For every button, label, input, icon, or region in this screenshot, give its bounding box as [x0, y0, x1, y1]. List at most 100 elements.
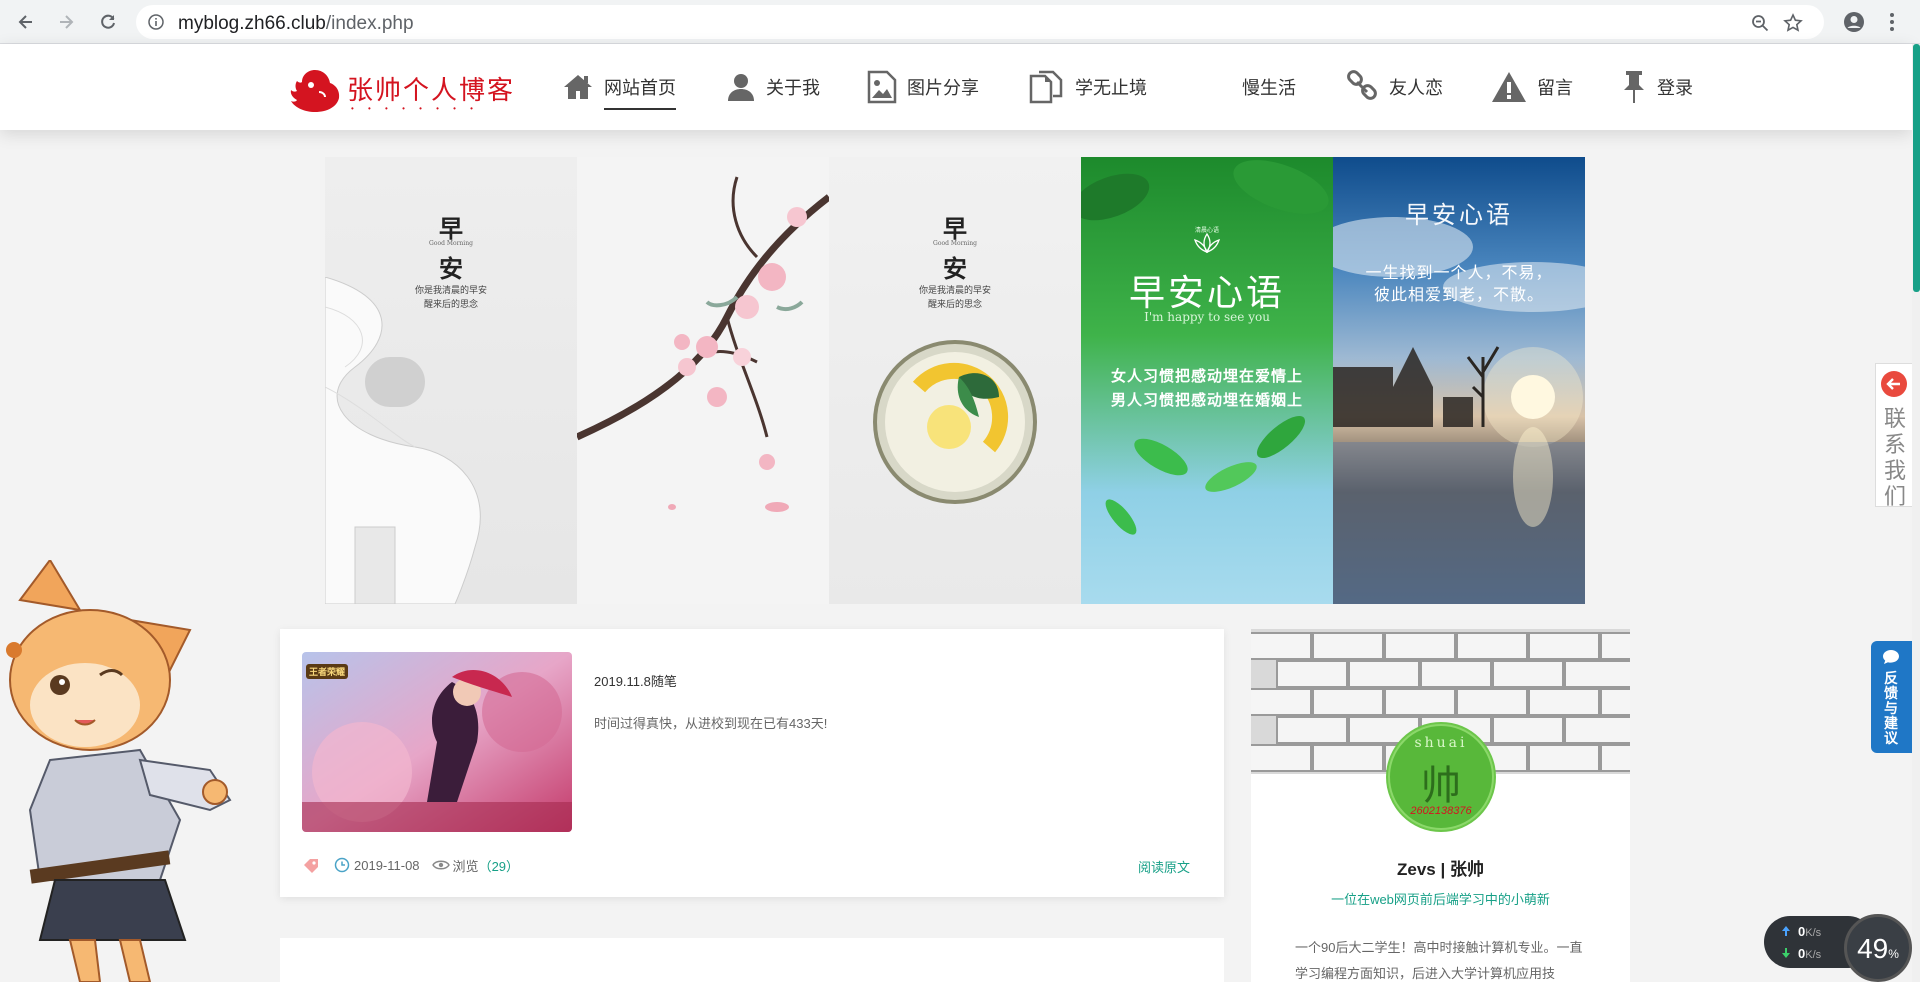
home-icon — [564, 75, 592, 99]
zoom-icon[interactable] — [1749, 12, 1771, 34]
post-excerpt: 时间过得真快，从进校到现在已有433天! — [594, 716, 828, 731]
user-icon — [728, 74, 754, 101]
nav-login[interactable]: 登录 — [1621, 58, 1693, 116]
back-arrow-icon — [18, 15, 32, 29]
mascot-character[interactable] — [0, 558, 240, 982]
banner-line: 彼此相爱到老，不散。 — [1373, 285, 1544, 304]
logo-dots: • • • • • • • • — [351, 104, 479, 113]
banner-panel-good-morning-architecture[interactable]: 早 Good Morning 安 你是我清晨的早安 醒来后的思念 — [325, 157, 577, 604]
back-button[interactable] — [12, 8, 40, 36]
eye-icon — [431, 860, 450, 870]
nav-message[interactable]: 留言 — [1491, 58, 1573, 116]
post-thumbnail[interactable]: 王者荣耀 — [302, 652, 572, 832]
lotus-icon — [1193, 232, 1221, 254]
read-more-link[interactable]: 阅读原文 — [1138, 857, 1190, 876]
scrollbar-thumb[interactable] — [1913, 44, 1920, 292]
nav-slow-life-label: 慢生活 — [1242, 78, 1296, 98]
upload-arrow-icon — [1782, 926, 1790, 936]
download-speed: 0K/s — [1782, 946, 1821, 961]
page-scrollbar[interactable] — [1912, 44, 1920, 982]
browser-toolbar: myblog.zh66.club/index.php — [0, 0, 1920, 44]
nav-login-label: 登录 — [1657, 78, 1693, 98]
url-text: myblog.zh66.club/index.php — [178, 13, 414, 35]
nav-friends[interactable]: 友人恋 — [1345, 58, 1443, 116]
banner-panel-cherry-blossom[interactable] — [577, 157, 829, 604]
forward-arrow-icon — [60, 15, 74, 29]
contact-us-label: 联系我们 — [1884, 406, 1907, 509]
nav-learning[interactable]: 学无止境 — [1029, 58, 1147, 116]
site-info-icon[interactable] — [148, 14, 164, 35]
usage-percent-unit: % — [1888, 947, 1899, 961]
network-speed-widget[interactable]: 0K/s 0K/s 49% — [1764, 914, 1912, 982]
browser-menu-button[interactable] — [1878, 8, 1906, 36]
banner-title: 早安心语 — [1405, 201, 1513, 229]
banner-title: 早安心语 — [1128, 273, 1285, 314]
site-header: 张帅个人博客 • • • • • • • • 网站首页 关于我 图片分享 学无止… — [0, 44, 1912, 130]
banner-panel-lake-sunset[interactable]: 早安心语 一生找到一个人，不易， 彼此相爱到老，不散。 — [1333, 157, 1585, 604]
post-card — [280, 938, 1224, 982]
game-logo-badge: 王者荣耀 — [306, 664, 349, 679]
memory-usage-ring: 49% — [1844, 914, 1912, 982]
profile-subtitle: 一位在web网页前后端学习中的小萌新 — [1331, 892, 1550, 907]
pin-icon — [1624, 71, 1644, 103]
banner-line: 男人习惯把感动埋在婚姻上 — [1110, 391, 1303, 409]
post-card: 王者荣耀 2019.11.8随笔 时间过得真快，从进校到现在已有433天! 20… — [280, 629, 1224, 897]
bookmark-star-icon[interactable] — [1782, 12, 1804, 34]
image-icon — [867, 70, 897, 104]
nav-slow-life[interactable]: 慢生活 — [1242, 58, 1296, 116]
post-date: 2019-11-08 — [354, 857, 420, 873]
warning-icon — [1492, 72, 1526, 102]
feedback-label: 反馈与建议 — [1884, 670, 1898, 746]
logo-text: 张帅个人博客 — [347, 76, 516, 106]
lemon-drink-illustration — [873, 340, 1037, 504]
avatar-top-text: shuai — [1414, 735, 1468, 751]
banner-char: 安 — [943, 254, 967, 283]
usage-percent-value: 49 — [1857, 933, 1889, 964]
clock-icon — [334, 857, 350, 873]
nav-about[interactable]: 关于我 — [726, 58, 820, 116]
tag-icon[interactable] — [302, 857, 320, 873]
post-views-count: （29） — [478, 858, 520, 874]
url-host: myblog.zh66.club — [178, 13, 326, 34]
profile-description: 一个90后大二学生！高中时接触计算机专业。一直学习编程方面知识，后进入大学计算机… — [1295, 940, 1583, 981]
cat-mascot-image — [6, 558, 232, 982]
banner-line: 你是我清晨的早安 — [918, 286, 991, 296]
banner-char: 早 — [943, 214, 967, 243]
profile-name: Zevs | 张帅 — [1397, 860, 1484, 879]
banner-en: Good Morning — [933, 240, 977, 247]
reload-button[interactable] — [94, 8, 122, 36]
feedback-tab[interactable]: 反馈与建议 — [1871, 641, 1912, 753]
game-art-image — [302, 652, 572, 832]
avatar-char: 帅 — [1421, 763, 1461, 809]
profile-avatar[interactable]: shuai 帅 2602138376 — [1385, 721, 1497, 833]
reload-icon — [101, 14, 115, 29]
banner-line: 女人习惯把感动埋在爱情上 — [1110, 367, 1303, 385]
nav-gallery-label: 图片分享 — [907, 78, 979, 98]
account-icon — [1844, 12, 1864, 32]
forward-button[interactable] — [52, 8, 80, 36]
site-logo[interactable]: 张帅个人博客 • • • • • • • • — [285, 66, 513, 114]
arrow-left-icon — [1881, 371, 1907, 397]
upload-unit: K/s — [1805, 927, 1822, 939]
link-icon — [1347, 70, 1377, 100]
nav-gallery[interactable]: 图片分享 — [867, 58, 979, 116]
banner-gallery: 早 Good Morning 安 你是我清晨的早安 醒来后的思念 早 Good … — [325, 157, 1585, 604]
contact-us-tab[interactable]: 联系我们 — [1875, 363, 1912, 509]
post-title[interactable]: 2019.11.8随笔 — [594, 671, 677, 690]
copy-icon — [1029, 70, 1063, 104]
lion-logo-icon — [290, 70, 340, 112]
banner-line: 一生找到一个人，不易， — [1365, 263, 1553, 282]
nav-friends-label: 友人恋 — [1389, 78, 1443, 98]
banner-panel-green-leaves[interactable]: 清晨心语 早安心语 I'm happy to see you 女人习惯把感动埋在… — [1081, 157, 1333, 604]
avatar-bottom-text: 2602138376 — [1410, 805, 1472, 817]
banner-en: Good Morning — [429, 240, 473, 247]
post-views-label: 浏览 — [452, 858, 479, 874]
address-bar[interactable]: myblog.zh66.club/index.php — [136, 5, 1824, 39]
banner-panel-good-morning-lemon[interactable]: 早 Good Morning 安 你是我清晨的早安 醒来后的思念 — [829, 157, 1081, 604]
nav-message-label: 留言 — [1537, 78, 1573, 98]
nav-home[interactable]: 网站首页 — [562, 58, 676, 116]
profile-button[interactable] — [1840, 8, 1868, 36]
banner-en: I'm happy to see you — [1144, 310, 1270, 324]
download-arrow-icon — [1782, 948, 1790, 958]
download-unit: K/s — [1805, 949, 1822, 961]
